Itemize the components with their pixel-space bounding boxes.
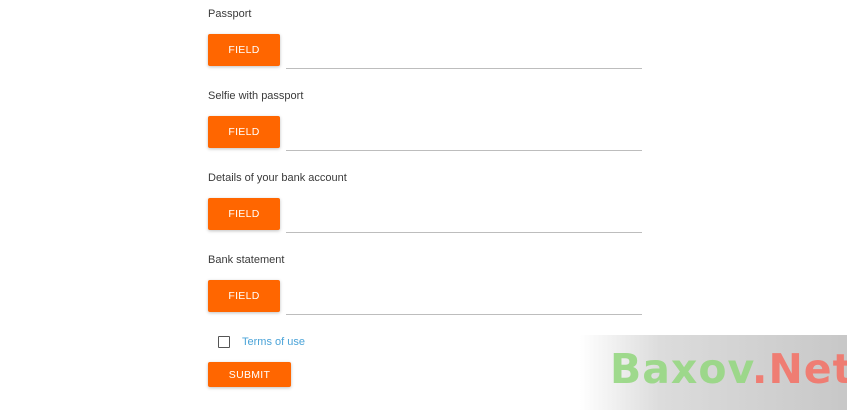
watermark: Baxov.Net [580,335,847,410]
bank-details-label: Details of your bank account [208,172,347,184]
bank-statement-input[interactable] [286,282,642,315]
watermark-logo-part1: Baxov [610,345,752,393]
watermark-logo-part2: .Net [751,345,847,393]
selfie-label: Selfie with passport [208,90,304,102]
submit-button[interactable]: SUBMIT [208,362,291,387]
selfie-field-button[interactable]: FIELD [208,116,280,148]
bank-details-field-button[interactable]: FIELD [208,198,280,230]
terms-checkbox[interactable] [218,336,230,348]
bank-statement-field-button[interactable]: FIELD [208,280,280,312]
watermark-logo: Baxov.Net [610,345,847,393]
terms-of-use-link[interactable]: Terms of use [242,336,305,348]
passport-label: Passport [208,8,252,20]
bank-statement-label: Bank statement [208,254,285,266]
bank-details-field-group: Details of your bank account FIELD [208,172,642,242]
passport-field-button[interactable]: FIELD [208,34,280,66]
selfie-input[interactable] [286,118,642,151]
passport-input[interactable] [286,36,642,69]
bank-statement-field-group: Bank statement FIELD [208,254,642,324]
selfie-field-group: Selfie with passport FIELD [208,90,642,160]
passport-field-group: Passport FIELD [208,8,642,78]
bank-details-input[interactable] [286,200,642,233]
